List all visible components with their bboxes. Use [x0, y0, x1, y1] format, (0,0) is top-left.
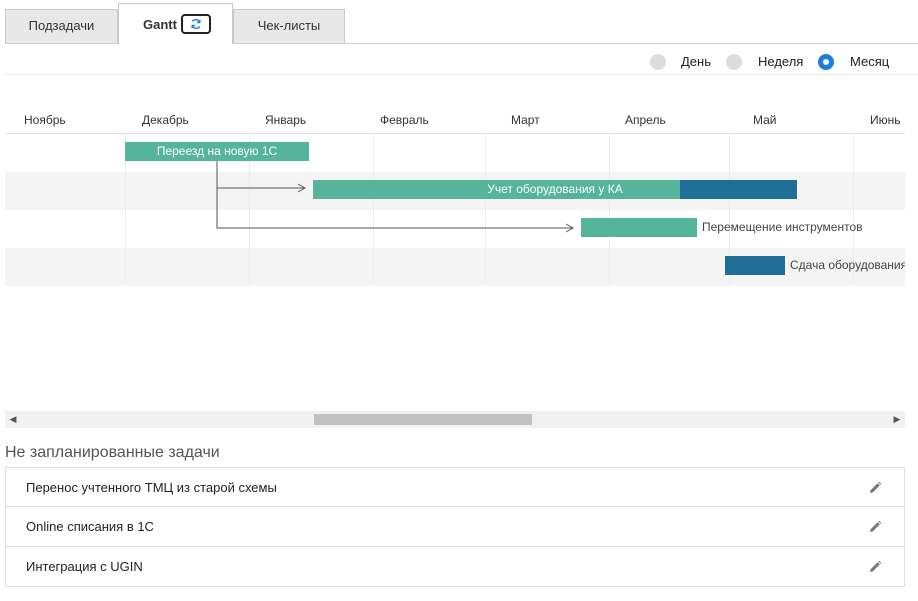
scroll-right-arrow-icon[interactable]: ▶: [891, 411, 903, 428]
task-label-equipment-return: Сдача оборудования: [790, 258, 905, 272]
radio-week[interactable]: [726, 54, 742, 70]
pencil-icon[interactable]: [868, 560, 882, 574]
list-item[interactable]: Интеграция с UGIN: [5, 547, 905, 587]
tab-subtasks[interactable]: Подзадачи: [5, 9, 118, 43]
tab-bar: Подзадачи Gantt Чек-листы: [5, 3, 918, 44]
task-bar-equipment-accounting[interactable]: Учет оборудования у КА: [313, 180, 797, 199]
radio-week-label: Неделя: [758, 54, 804, 69]
list-item[interactable]: Online списания в 1С: [5, 507, 905, 547]
refresh-button[interactable]: [181, 14, 211, 34]
radio-month[interactable]: [818, 54, 834, 70]
tab-checklists[interactable]: Чек-листы: [233, 9, 345, 43]
radio-month-label: Месяц: [850, 54, 890, 69]
unplanned-tasks-title: Не запланированные задачи: [5, 444, 220, 461]
tab-gantt-label: Gantt: [143, 17, 177, 32]
unplanned-task-list: Перенос учтенного ТМЦ из старой схемы On…: [5, 467, 905, 587]
pencil-icon[interactable]: [868, 481, 882, 495]
gantt-chart: Ноябрь Декабрь Январь Февраль Март Апрел…: [5, 100, 905, 286]
radio-day[interactable]: [650, 54, 666, 70]
scrollbar-thumb[interactable]: [314, 414, 532, 425]
scroll-left-arrow-icon[interactable]: ◀: [7, 411, 19, 428]
task-text: Перенос учтенного ТМЦ из старой схемы: [26, 480, 277, 495]
radio-day-label: День: [681, 54, 711, 69]
task-text: Интеграция с UGIN: [26, 559, 143, 574]
task-bar-moving-to-1c[interactable]: Переезд на новую 1С: [125, 142, 309, 161]
task-label-tool-transfer: Перемещение инструментов: [702, 220, 863, 234]
task-bar-tool-transfer[interactable]: [581, 218, 697, 237]
gantt-horizontal-scrollbar[interactable]: ◀ ▶: [5, 411, 905, 428]
tab-gantt[interactable]: Gantt: [118, 3, 233, 44]
task-text: Online списания в 1С: [26, 519, 154, 534]
pencil-icon[interactable]: [868, 520, 882, 534]
refresh-icon: [191, 18, 201, 30]
toolbar-divider: [5, 74, 918, 75]
task-bar-equipment-return[interactable]: [725, 256, 785, 275]
list-item[interactable]: Перенос учтенного ТМЦ из старой схемы: [5, 467, 905, 507]
